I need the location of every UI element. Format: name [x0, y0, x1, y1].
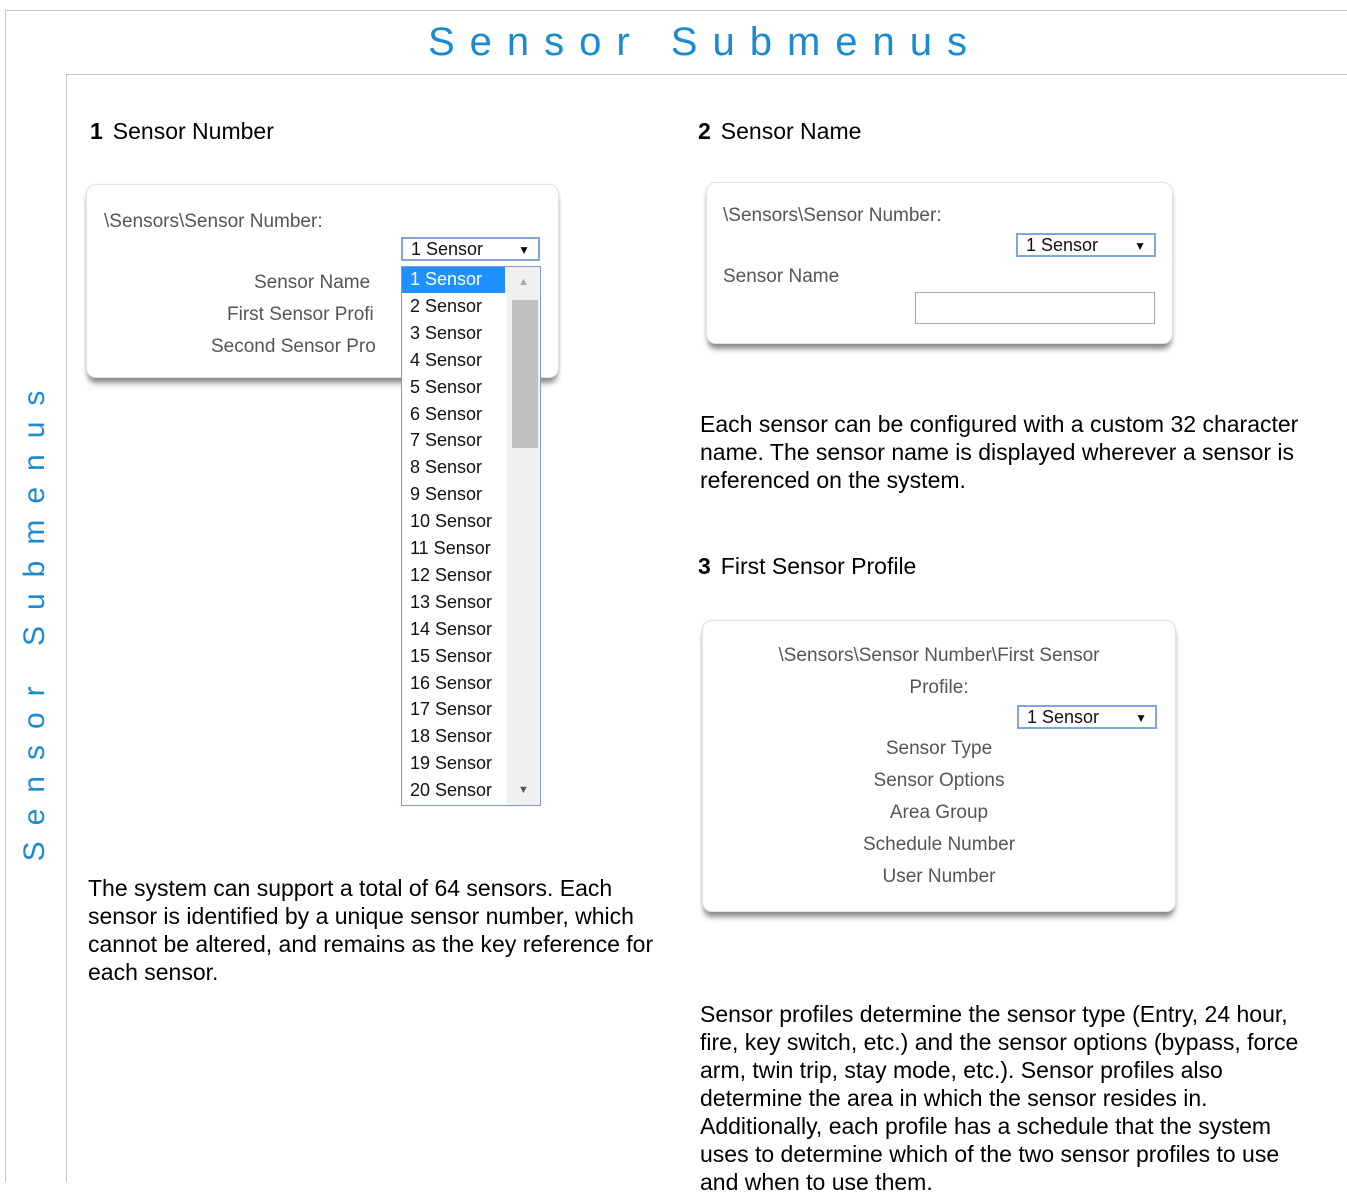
section-3-number: 3: [698, 553, 711, 579]
section-3-description: Sensor profiles determine the sensor typ…: [700, 1001, 1299, 1195]
dropdown-option[interactable]: 11 Sensor: [402, 536, 505, 562]
dropdown-option[interactable]: 7 Sensor: [402, 428, 505, 454]
inner-frame-top: [66, 74, 1347, 75]
select-value: 1 Sensor: [1026, 235, 1099, 255]
dropdown-arrow-icon: ▼: [1134, 239, 1146, 253]
inner-frame-left: [66, 74, 67, 1182]
section-1-number: 1: [90, 118, 103, 144]
dropdown-option[interactable]: 3 Sensor: [402, 321, 505, 347]
first-sensor-profile-panel: \Sensors\Sensor Number\First Sensor Prof…: [702, 620, 1176, 912]
select-value: 1 Sensor: [411, 239, 484, 259]
menu-item-user-number[interactable]: User Number: [703, 866, 1175, 888]
dropdown-arrow-icon: ▼: [1135, 711, 1147, 725]
section-2-number: 2: [698, 118, 711, 144]
section-3-heading: 3 First Sensor Profile: [698, 553, 916, 580]
section-2-title: Sensor Name: [720, 118, 862, 144]
dropdown-option[interactable]: 6 Sensor: [402, 402, 505, 428]
first-sensor-profile-select[interactable]: 1 Sensor ▼: [1017, 705, 1157, 729]
sensor-number-select[interactable]: 1 Sensor ▼: [401, 237, 540, 261]
menu-item-second-sensor-profile[interactable]: Second Sensor Pro: [211, 336, 376, 358]
dropdown-option[interactable]: 10 Sensor: [402, 509, 505, 535]
section-1-description: The system can support a total of 64 sen…: [88, 875, 654, 985]
dropdown-option[interactable]: 19 Sensor: [402, 751, 505, 777]
section-2-description: Each sensor can be configured with a cus…: [700, 411, 1299, 493]
dropdown-option[interactable]: 5 Sensor: [402, 375, 505, 401]
panel-path: \Sensors\Sensor Number:: [104, 211, 323, 232]
menu-item-sensor-type[interactable]: Sensor Type: [703, 738, 1175, 760]
dropdown-option[interactable]: 17 Sensor: [402, 697, 505, 723]
side-title: Sensor Submenus: [18, 374, 51, 862]
scroll-thumb[interactable]: [512, 300, 538, 448]
menu-item-sensor-name[interactable]: Sensor Name: [254, 272, 370, 294]
sensor-name-label: Sensor Name: [723, 266, 840, 287]
dropdown-option[interactable]: 20 Sensor: [402, 778, 505, 804]
dropdown-option[interactable]: 15 Sensor: [402, 644, 505, 670]
sensor-name-select[interactable]: 1 Sensor ▼: [1016, 233, 1156, 257]
section-1-heading: 1 Sensor Number: [90, 118, 274, 145]
scroll-down-icon[interactable]: ▼: [507, 777, 540, 803]
dropdown-scrollbar[interactable]: ▲ ▼: [507, 267, 540, 805]
panel-path: \Sensors\Sensor Number:: [723, 205, 942, 226]
page-title: Sensor Submenus: [427, 20, 983, 64]
menu-item-sensor-options[interactable]: Sensor Options: [703, 770, 1175, 792]
menu-item-area-group[interactable]: Area Group: [703, 802, 1175, 824]
dropdown-option[interactable]: 8 Sensor: [402, 455, 505, 481]
sensor-name-panel: \Sensors\Sensor Number: 1 Sensor ▼ Senso…: [706, 182, 1173, 344]
dropdown-option[interactable]: 9 Sensor: [402, 482, 505, 508]
dropdown-option[interactable]: 2 Sensor: [402, 294, 505, 320]
dropdown-option[interactable]: 13 Sensor: [402, 590, 505, 616]
dropdown-option[interactable]: 16 Sensor: [402, 671, 505, 697]
panel-path-line-2: Profile:: [909, 677, 969, 698]
section-1-title: Sensor Number: [112, 118, 274, 144]
dropdown-option[interactable]: 4 Sensor: [402, 348, 505, 374]
dropdown-option[interactable]: 14 Sensor: [402, 617, 505, 643]
dropdown-option[interactable]: 12 Sensor: [402, 563, 505, 589]
select-value: 1 Sensor: [1027, 707, 1100, 727]
sensor-number-dropdown-list[interactable]: 1 Sensor 2 Sensor 3 Sensor 4 Sensor 5 Sensor…: [401, 266, 541, 806]
panel-path-line-1: \Sensors\Sensor Number\First Sensor: [778, 645, 1100, 666]
sensor-name-input[interactable]: [915, 292, 1155, 324]
outer-frame-left: [5, 10, 6, 1182]
dropdown-option[interactable]: 1 Sensor: [402, 267, 505, 293]
section-3-title: First Sensor Profile: [720, 553, 917, 579]
scroll-up-icon[interactable]: ▲: [507, 269, 540, 295]
outer-frame-top: [5, 10, 1347, 11]
section-2-heading: 2 Sensor Name: [698, 118, 861, 145]
dropdown-option[interactable]: 18 Sensor: [402, 724, 505, 750]
dropdown-arrow-icon: ▼: [518, 243, 530, 257]
menu-item-first-sensor-profile[interactable]: First Sensor Profi: [227, 304, 374, 326]
menu-item-schedule-number[interactable]: Schedule Number: [703, 834, 1175, 856]
